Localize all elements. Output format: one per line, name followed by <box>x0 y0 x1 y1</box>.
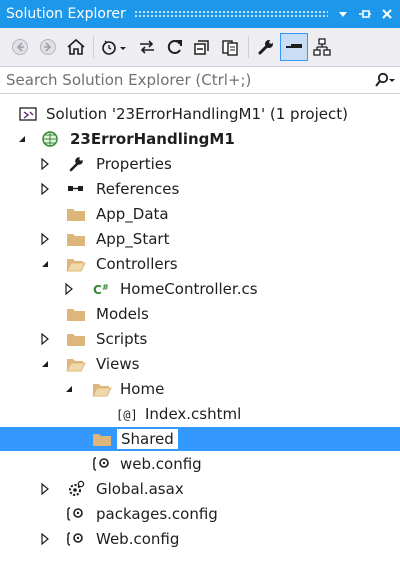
tree-item-index[interactable]: [@] Index.cshtml <box>0 402 400 426</box>
home-icon[interactable] <box>62 33 90 61</box>
tree-item-label: Scripts <box>96 330 148 348</box>
tree-item-label: Controllers <box>96 255 178 273</box>
folder-icon <box>66 302 86 326</box>
config-file-icon <box>92 452 112 476</box>
tree-item-properties[interactable]: Properties <box>0 152 400 176</box>
tree-item-label: Properties <box>96 155 172 173</box>
config-file-icon <box>66 527 86 551</box>
tree-item-solution[interactable]: Solution '23ErrorHandlingM1' (1 project) <box>0 102 400 126</box>
open-folder-icon <box>66 252 86 276</box>
tree-item-packages-config[interactable]: packages.config <box>0 502 400 526</box>
tree-item-label: Models <box>96 305 149 323</box>
collapsed-arrow-icon[interactable] <box>62 277 76 301</box>
toolbar-separator <box>248 36 249 58</box>
tree-item-home-controller[interactable]: C # HomeController.cs <box>0 277 400 301</box>
title-grip[interactable] <box>133 10 328 18</box>
open-folder-icon <box>66 352 86 376</box>
tree-item-label: 23ErrorHandlingM1 <box>70 130 235 148</box>
tree-item-label: App_Start <box>96 230 170 248</box>
tree-item-shared[interactable]: Shared <box>0 427 400 451</box>
pin-icon[interactable] <box>356 5 374 23</box>
tree-item-app-start[interactable]: App_Start <box>0 227 400 251</box>
tree-item-models[interactable]: Models <box>0 302 400 326</box>
preview-icon[interactable] <box>280 33 308 61</box>
folder-icon <box>92 427 112 451</box>
tree-item-global-asax[interactable]: Global.asax <box>0 477 400 501</box>
expanded-arrow-icon[interactable] <box>38 352 52 376</box>
csharp-file-icon: C # <box>92 277 112 301</box>
dropdown-icon[interactable] <box>334 5 352 23</box>
collapse-all-icon[interactable] <box>189 33 217 61</box>
refresh-icon[interactable] <box>161 33 189 61</box>
properties-icon[interactable] <box>252 33 280 61</box>
tree-item-label: web.config <box>120 455 202 473</box>
tree-item-scripts[interactable]: Scripts <box>0 327 400 351</box>
tree-item-label: packages.config <box>96 505 218 523</box>
collapsed-arrow-icon[interactable] <box>38 152 52 176</box>
close-icon[interactable] <box>378 5 396 23</box>
collapsed-arrow-icon[interactable] <box>38 527 52 551</box>
search-input[interactable]: Search Solution Explorer (Ctrl+;) <box>0 71 370 89</box>
tree-item-references[interactable]: References <box>0 177 400 201</box>
tree-item-label: Web.config <box>96 530 180 548</box>
toolbar <box>0 28 400 66</box>
expanded-arrow-icon[interactable] <box>15 127 29 151</box>
references-icon <box>66 177 86 201</box>
wrench-icon <box>66 152 86 176</box>
title-bar: Solution Explorer <box>0 0 400 28</box>
search-box[interactable]: Search Solution Explorer (Ctrl+;) <box>0 66 400 94</box>
tree-item-views[interactable]: Views <box>0 352 400 376</box>
folder-icon <box>66 202 86 226</box>
tree-item-web-config[interactable]: Web.config <box>0 527 400 551</box>
view-class-diagram-icon[interactable] <box>308 33 336 61</box>
tree-item-label: HomeController.cs <box>120 280 258 298</box>
pending-changes-icon[interactable] <box>97 33 133 61</box>
tree-item-label: Index.cshtml <box>145 405 242 423</box>
search-icon[interactable] <box>370 72 400 88</box>
collapsed-arrow-icon[interactable] <box>38 177 52 201</box>
back-icon[interactable] <box>6 33 34 61</box>
svg-text:C: C <box>93 283 102 297</box>
tree-item-views-web-config[interactable]: web.config <box>0 452 400 476</box>
solution-icon <box>18 102 38 126</box>
tree-item-project[interactable]: 23ErrorHandlingM1 <box>0 127 400 151</box>
tree-item-label: Views <box>96 355 140 373</box>
razor-file-icon: [@] <box>116 402 136 426</box>
sync-icon[interactable] <box>133 33 161 61</box>
show-all-files-icon[interactable] <box>217 33 245 61</box>
svg-text:#: # <box>102 283 109 292</box>
tree-item-home[interactable]: Home <box>0 377 400 401</box>
tree-item-label: Solution '23ErrorHandlingM1' (1 project) <box>46 105 348 123</box>
folder-icon <box>66 327 86 351</box>
collapsed-arrow-icon[interactable] <box>38 477 52 501</box>
window-title: Solution Explorer <box>6 6 126 22</box>
web-project-icon <box>40 127 60 151</box>
config-file-icon <box>66 502 86 526</box>
tree-item-controllers[interactable]: Controllers <box>0 252 400 276</box>
forward-icon[interactable] <box>34 33 62 61</box>
tree-item-label: Global.asax <box>96 480 184 498</box>
rename-input[interactable]: Shared <box>116 428 179 450</box>
tree-item-label: Home <box>120 380 165 398</box>
tree-item-label: App_Data <box>96 205 169 223</box>
tree-item-label: References <box>96 180 180 198</box>
collapsed-arrow-icon[interactable] <box>38 227 52 251</box>
expanded-arrow-icon[interactable] <box>38 252 52 276</box>
open-folder-icon <box>92 377 112 401</box>
expanded-arrow-icon[interactable] <box>62 377 76 401</box>
collapsed-arrow-icon[interactable] <box>38 327 52 351</box>
svg-text:[@]: [@] <box>116 408 136 422</box>
asax-file-icon <box>66 477 86 501</box>
folder-icon <box>66 227 86 251</box>
tree-item-app-data[interactable]: App_Data <box>0 202 400 226</box>
toolbar-separator <box>93 36 94 58</box>
